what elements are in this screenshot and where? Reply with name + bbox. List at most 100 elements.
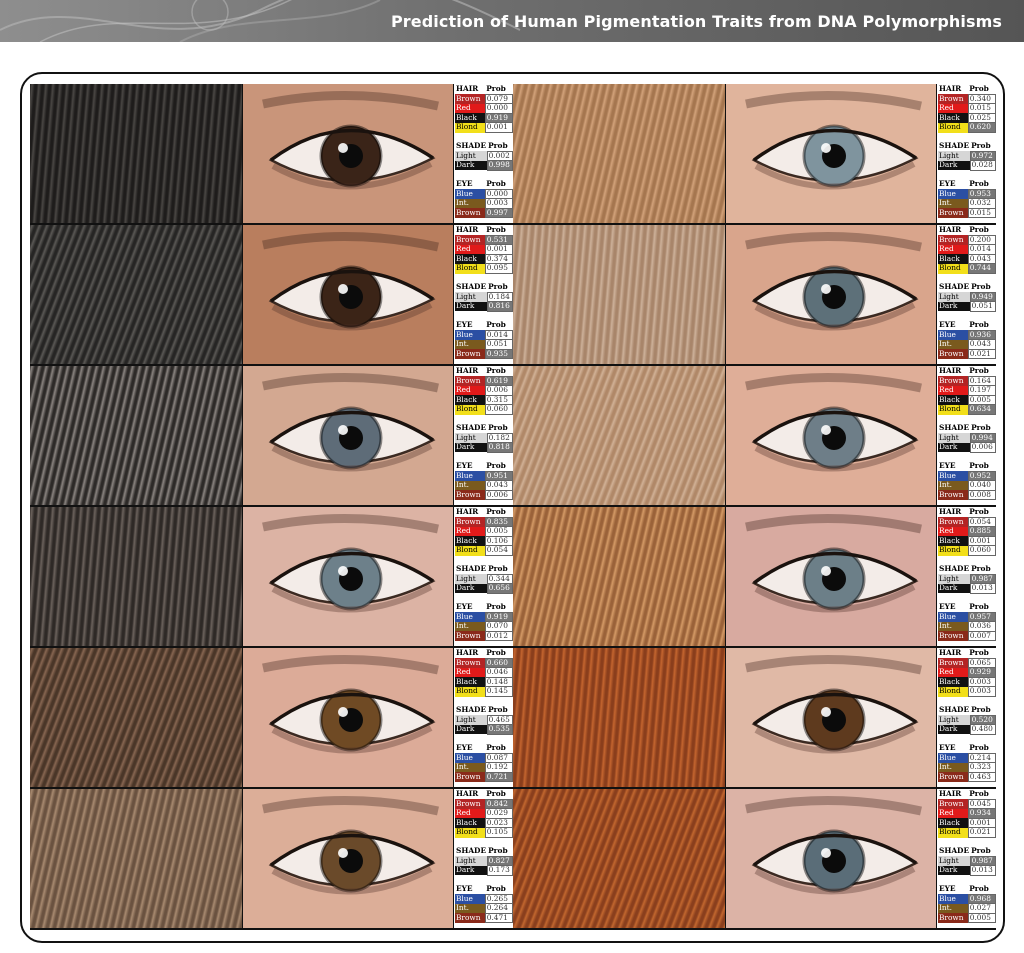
category-label: Dark xyxy=(455,584,488,594)
probability-value: 0.095 xyxy=(484,263,514,275)
category-label: Dark xyxy=(938,302,971,312)
probability-value: 0.060 xyxy=(484,404,514,416)
prob-heading: Prob xyxy=(486,601,506,611)
probability-row: Blond 0.060 xyxy=(455,404,514,416)
probability-value: 0.885 xyxy=(967,526,997,537)
probability-value: 0.013 xyxy=(969,583,997,594)
category-label: Red xyxy=(455,668,486,678)
eye-prediction-table: EYE Prob Blue 0.952 Int. 0.040 Brown 0.008 xyxy=(938,461,997,501)
table-heading: EYE xyxy=(939,461,956,471)
probability-row: Brown 0.005 xyxy=(938,912,997,924)
probability-value: 0.028 xyxy=(969,160,997,171)
probability-row: Red 0.001 xyxy=(455,244,514,255)
probability-row: Int. 0.027 xyxy=(938,903,997,914)
category-label: Red xyxy=(455,527,486,537)
category-label: Blond xyxy=(938,123,969,133)
prediction-tables: HAIR Prob Brown 0.054 Red 0.885 Black 0.001 Blon… xyxy=(937,507,997,646)
category-label: Int. xyxy=(455,622,486,632)
shade-prediction-table: SHADE Prob Light 0.987 Dark 0.013 xyxy=(938,846,997,876)
probability-row: Dark 0.051 xyxy=(938,301,997,312)
individual-panel: HAIR Prob Brown 0.660 Red 0.046 Black 0.148 Blon… xyxy=(30,648,514,787)
hair-photo xyxy=(30,789,242,928)
probability-value: 0.043 xyxy=(967,339,997,350)
individual-panel: HAIR Prob Brown 0.079 Red 0.000 Black 0.919 Blon… xyxy=(30,84,514,223)
table-heading: SHADE xyxy=(939,564,970,574)
prob-heading: Prob xyxy=(971,141,991,151)
category-label: Int. xyxy=(455,904,486,914)
probability-value: 0.323 xyxy=(967,762,997,773)
probability-row: Blond 0.744 xyxy=(938,263,997,275)
category-label: Brown xyxy=(938,913,969,923)
hair-prediction-table: HAIR Prob Brown 0.619 Red 0.006 Black 0.315 Blon… xyxy=(455,366,514,416)
category-label: Brown xyxy=(455,913,486,923)
prob-heading: Prob xyxy=(969,742,989,752)
table-heading: SHADE xyxy=(939,141,970,151)
table-heading: HAIR xyxy=(456,366,479,376)
table-heading: HAIR xyxy=(456,507,479,517)
prob-heading: Prob xyxy=(971,564,991,574)
category-label: Int. xyxy=(455,199,486,209)
probability-row: Red 0.029 xyxy=(455,808,514,819)
eye-prediction-table: EYE Prob Blue 0.968 Int. 0.027 Brown 0.005 xyxy=(938,884,997,924)
probability-value: 0.934 xyxy=(967,808,997,819)
prob-heading: Prob xyxy=(488,564,508,574)
probability-value: 0.656 xyxy=(486,583,514,594)
prediction-tables: HAIR Prob Brown 0.045 Red 0.934 Black 0.001 Blon… xyxy=(937,789,997,928)
category-label: Red xyxy=(938,809,969,819)
probability-value: 0.015 xyxy=(967,207,997,219)
prob-heading: Prob xyxy=(969,178,989,188)
probability-value: 0.818 xyxy=(486,442,514,453)
probability-row: Int. 0.003 xyxy=(455,198,514,209)
eye-prediction-table: EYE Prob Blue 0.000 Int. 0.003 Brown 0.997 xyxy=(455,179,514,219)
probability-value: 0.008 xyxy=(967,489,997,501)
individual-panel: HAIR Prob Brown 0.065 Red 0.929 Black 0.003 Blon… xyxy=(513,648,997,787)
probability-row: Brown 0.006 xyxy=(455,489,514,501)
hair-prediction-table: HAIR Prob Brown 0.531 Red 0.001 Black 0.374 Blon… xyxy=(455,225,514,275)
category-label: Brown xyxy=(455,490,486,500)
individual-panel: HAIR Prob Brown 0.531 Red 0.001 Black 0.374 Blon… xyxy=(30,225,514,364)
probability-row: Brown 0.721 xyxy=(455,771,514,783)
probability-value: 0.620 xyxy=(967,122,997,134)
probability-row: Dark 0.006 xyxy=(938,442,997,453)
prob-heading: Prob xyxy=(969,319,989,329)
probability-row: Red 0.929 xyxy=(938,667,997,678)
category-label: Red xyxy=(938,527,969,537)
prediction-tables: HAIR Prob Brown 0.619 Red 0.006 Black 0.315 Blon… xyxy=(454,366,514,505)
table-heading: SHADE xyxy=(456,282,487,292)
probability-row: Blond 0.060 xyxy=(938,545,997,557)
eye-photo xyxy=(726,507,936,646)
eye-photo xyxy=(243,225,453,364)
table-heading: HAIR xyxy=(939,225,962,235)
probability-value: 0.003 xyxy=(484,198,514,209)
hair-prediction-table: HAIR Prob Brown 0.340 Red 0.015 Black 0.025 Blon… xyxy=(938,84,997,134)
probability-value: 0.006 xyxy=(484,489,514,501)
category-label: Brown xyxy=(455,631,486,641)
table-heading: EYE xyxy=(456,884,473,894)
probability-row: Brown 0.012 xyxy=(455,630,514,642)
category-label: Blond xyxy=(455,687,486,697)
probability-row: Dark 0.480 xyxy=(938,724,997,735)
probability-value: 0.007 xyxy=(967,630,997,642)
probability-value: 0.264 xyxy=(484,903,514,914)
category-label: Red xyxy=(455,104,486,114)
table-heading: HAIR xyxy=(939,789,962,799)
probability-row: Red 0.046 xyxy=(455,667,514,678)
probability-value: 0.012 xyxy=(484,630,514,642)
category-label: Int. xyxy=(938,481,969,491)
table-heading: HAIR xyxy=(456,789,479,799)
probability-value: 0.054 xyxy=(484,545,514,557)
hair-photo xyxy=(513,507,725,646)
eye-photo xyxy=(726,789,936,928)
probability-row: Blond 0.003 xyxy=(938,686,997,698)
category-label: Red xyxy=(938,668,969,678)
probability-value: 0.006 xyxy=(969,442,997,453)
probability-value: 0.471 xyxy=(484,912,514,924)
probability-value: 0.173 xyxy=(486,865,514,876)
prob-heading: Prob xyxy=(969,84,989,94)
shade-prediction-table: SHADE Prob Light 0.002 Dark 0.998 xyxy=(455,141,514,171)
probability-row: Int. 0.043 xyxy=(455,480,514,491)
category-label: Int. xyxy=(938,199,969,209)
hair-photo xyxy=(30,84,242,223)
probability-row: Red 0.197 xyxy=(938,385,997,396)
eye-prediction-table: EYE Prob Blue 0.951 Int. 0.043 Brown 0.006 xyxy=(455,461,514,501)
